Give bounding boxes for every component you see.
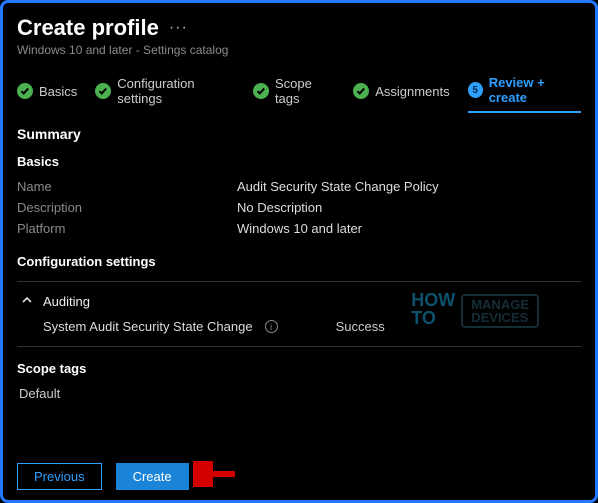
tab-label: Basics — [39, 84, 77, 99]
tab-label: Assignments — [375, 84, 449, 99]
tab-label: Scope tags — [275, 76, 335, 106]
tab-label: Configuration settings — [117, 76, 235, 106]
watermark-text: TO — [411, 308, 455, 329]
arrow-annotation-icon — [193, 461, 237, 492]
basics-heading: Basics — [17, 154, 581, 169]
divider — [17, 281, 581, 282]
config-heading: Configuration settings — [17, 254, 581, 269]
watermark: HOW TO MANAGE DEVICES — [411, 293, 539, 329]
kv-description: Description No Description — [17, 200, 581, 215]
label-description: Description — [17, 200, 237, 215]
watermark-box: MANAGE DEVICES — [461, 294, 539, 328]
previous-button[interactable]: Previous — [17, 463, 102, 490]
value-description: No Description — [237, 200, 322, 215]
summary-heading: Summary — [17, 126, 581, 142]
watermark-text: HOW — [411, 293, 455, 308]
divider — [17, 346, 581, 347]
page-title: Create profile — [17, 15, 159, 41]
label-name: Name — [17, 179, 237, 194]
label-platform: Platform — [17, 221, 237, 236]
tab-assignments[interactable]: Assignments — [353, 83, 449, 105]
wizard-tabs: Basics Configuration settings Scope tags… — [17, 75, 581, 114]
kv-platform: Platform Windows 10 and later — [17, 221, 581, 236]
tab-review-create[interactable]: 5 Review + create — [468, 75, 581, 113]
create-button[interactable]: Create — [116, 463, 189, 490]
footer: Previous Create — [17, 463, 189, 490]
scope-heading: Scope tags — [17, 361, 581, 376]
page-subtitle: Windows 10 and later - Settings catalog — [17, 43, 581, 57]
check-icon — [95, 83, 111, 99]
more-icon[interactable]: ··· — [169, 19, 188, 37]
tab-config[interactable]: Configuration settings — [95, 76, 235, 112]
scope-tag-item: Default — [19, 386, 581, 401]
setting-value: Success — [336, 319, 385, 334]
check-icon — [17, 83, 33, 99]
expander-label: Auditing — [43, 294, 90, 309]
value-name: Audit Security State Change Policy — [237, 179, 439, 194]
tab-label: Review + create — [489, 75, 581, 105]
setting-label: System Audit Security State Change — [43, 319, 253, 334]
kv-name: Name Audit Security State Change Policy — [17, 179, 581, 194]
check-icon — [253, 83, 269, 99]
value-platform: Windows 10 and later — [237, 221, 362, 236]
tab-basics[interactable]: Basics — [17, 83, 77, 105]
chevron-up-icon — [21, 294, 33, 309]
step-number-icon: 5 — [468, 82, 483, 98]
info-icon[interactable]: i — [265, 320, 278, 333]
check-icon — [353, 83, 369, 99]
tab-scope[interactable]: Scope tags — [253, 76, 335, 112]
